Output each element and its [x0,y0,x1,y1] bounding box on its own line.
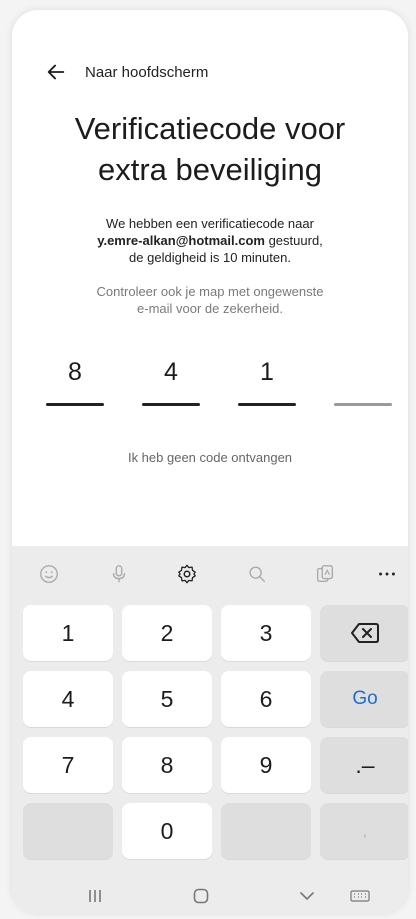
otp-digit-2[interactable]: 4 [142,352,200,412]
otp-digit-4[interactable] [334,352,392,412]
email-address: y.emre-alkan@hotmail.com [97,233,265,248]
page-title: Verificatiecode voor extra beveiliging [12,108,408,190]
settings-icon[interactable] [174,561,200,587]
home-icon[interactable] [186,883,216,909]
back-chevron-icon[interactable] [292,883,322,909]
desc-line-1: We hebben een verificatiecode naar [106,216,314,231]
clipboard-icon[interactable] [312,561,338,587]
desc-line-3: de geldigheid is 10 minuten. [129,250,291,265]
title-line-2: extra beveiliging [97,152,323,187]
key-9[interactable]: 9 [221,737,311,793]
numeric-keyboard: 1 2 3 4 5 6 Go 7 8 9 .– 0 , [12,546,408,913]
keyboard-toolbar [12,546,408,600]
note-line-1: Controleer ook je map met ongewenste [96,284,324,299]
otp-underline [46,403,104,406]
key-5[interactable]: 5 [122,671,212,727]
more-icon[interactable] [374,561,400,587]
otp-digit-value: 8 [68,358,82,386]
phone-screen: Naar hoofdscherm Verificatiecode voor ex… [12,10,408,913]
backspace-icon [351,623,379,643]
otp-underline [238,403,296,406]
note-line-2: e-mail voor de zekerheid. [137,301,283,316]
back-arrow-icon[interactable] [45,61,67,83]
otp-digit-value: 4 [164,358,178,386]
otp-digit-1[interactable]: 8 [46,352,104,412]
otp-digit-3[interactable]: 1 [238,352,296,412]
key-0[interactable]: 0 [122,803,212,859]
key-4[interactable]: 4 [23,671,113,727]
title-line-1: Verificatiecode voor [74,111,346,146]
emoji-icon[interactable] [36,561,62,587]
key-2[interactable]: 2 [122,605,212,661]
back-label[interactable]: Naar hoofdscherm [85,64,208,81]
keyboard-icon[interactable] [345,883,375,909]
backspace-key[interactable] [320,605,408,661]
microphone-icon[interactable] [106,561,132,587]
key-6[interactable]: 6 [221,671,311,727]
search-icon[interactable] [244,561,270,587]
verification-description: We hebben een verificatiecode naar y.emr… [12,215,408,266]
dot-dash-key[interactable]: .– [320,737,408,793]
resend-code-link[interactable]: Ik heb geen code ontvangen [12,450,408,465]
otp-underline [334,403,392,406]
key-8[interactable]: 8 [122,737,212,793]
spam-note: Controleer ook je map met ongewenste e-m… [12,283,408,317]
key-7[interactable]: 7 [23,737,113,793]
comma-label: , [363,823,367,839]
back-navigation[interactable]: Naar hoofdscherm [45,60,208,84]
go-key[interactable]: Go [320,671,408,727]
recent-apps-icon[interactable] [80,883,110,909]
otp-digit-value: 1 [260,358,274,386]
otp-input-group[interactable]: 8 4 1 [44,352,396,412]
desc-line-2-suffix: gestuurd, [264,233,323,248]
comma-key[interactable]: , [320,803,408,859]
empty-key-right [221,803,311,859]
system-navigation-bar [12,879,408,913]
empty-key-left [23,803,113,859]
key-3[interactable]: 3 [221,605,311,661]
key-1[interactable]: 1 [23,605,113,661]
otp-underline [142,403,200,406]
